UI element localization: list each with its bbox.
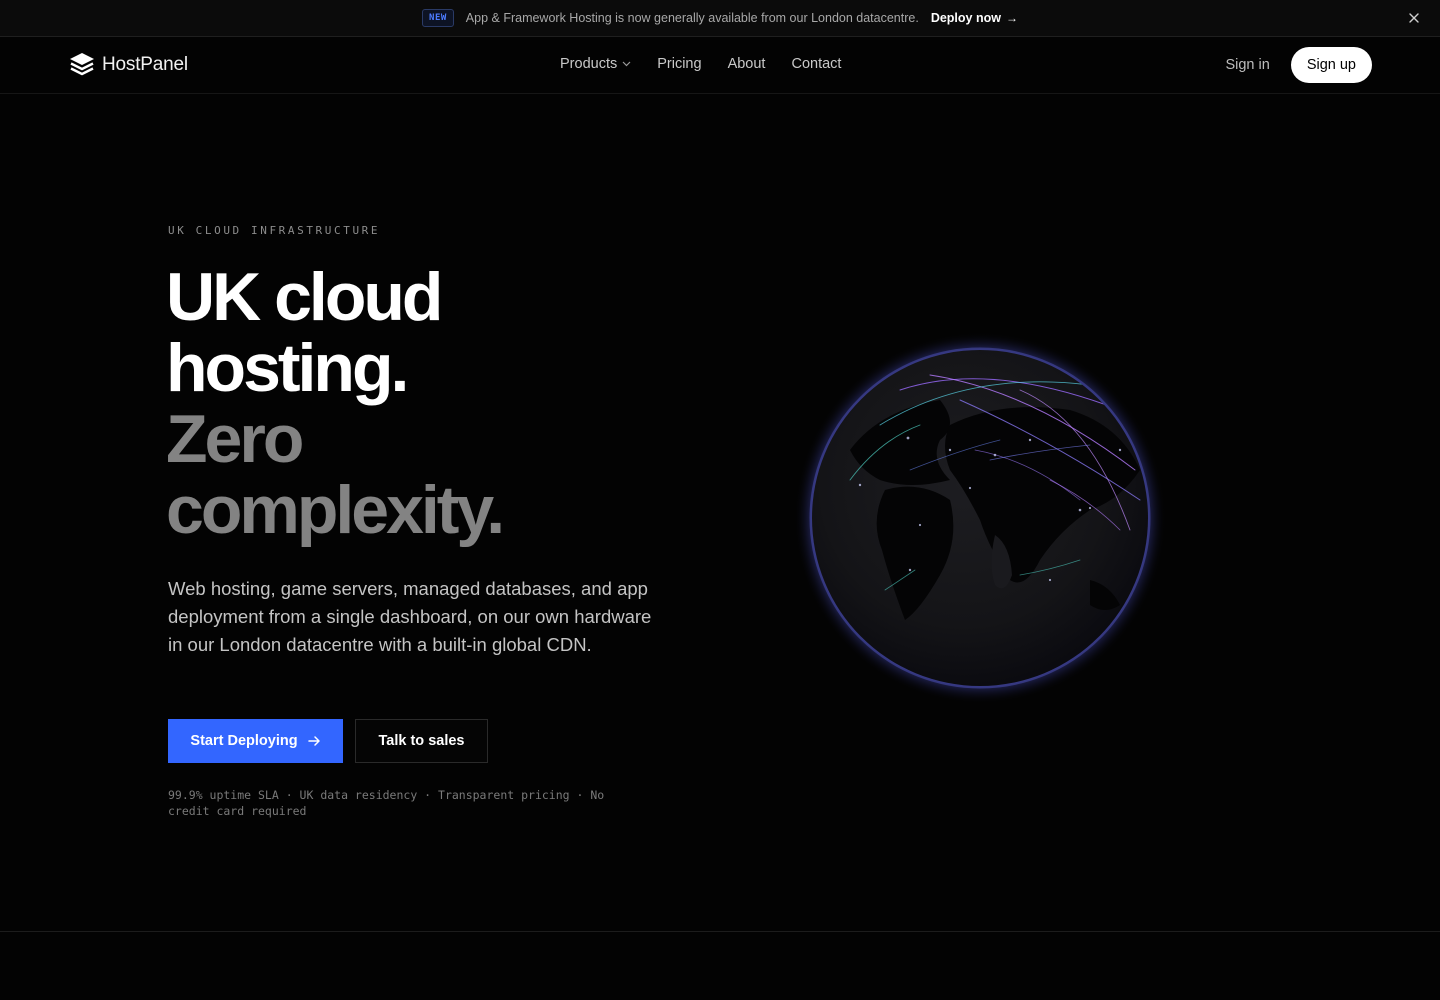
chevron-down-icon <box>622 61 631 67</box>
brand-logo[interactable]: HostPanel <box>68 51 188 79</box>
headline-line-2: hosting. <box>166 330 409 406</box>
announcement-bar: NEW App & Framework Hosting is now gener… <box>0 0 1440 37</box>
hero-fineprint: 99.9% uptime SLA · UK data residency · T… <box>168 788 605 818</box>
nav-links: Products Pricing About Contact <box>560 56 841 72</box>
sign-up-button[interactable]: Sign up <box>1290 47 1372 83</box>
sign-in-link[interactable]: Sign in <box>1225 57 1269 73</box>
brand-name: HostPanel <box>102 54 188 75</box>
talk-to-sales-button[interactable]: Talk to sales <box>355 719 488 763</box>
hero-eyebrow: UK CLOUD INFRASTRUCTURE <box>168 224 381 237</box>
announcement-text: App & Framework Hosting is now generally… <box>465 11 919 25</box>
headline-line-3: Zero <box>166 401 304 477</box>
nav-pricing[interactable]: Pricing <box>657 56 701 72</box>
headline-line-4: complexity. <box>166 472 505 548</box>
globe-visual <box>790 330 1170 710</box>
globe-icon <box>794 332 1166 704</box>
close-icon <box>1409 13 1419 23</box>
deploy-now-link[interactable]: Deploy now → <box>931 11 1018 25</box>
close-announcement-button[interactable] <box>1406 10 1422 26</box>
layers-logo-icon <box>70 53 94 76</box>
nav-contact[interactable]: Contact <box>791 56 841 72</box>
arrow-right-icon <box>307 736 320 746</box>
nav-products-label: Products <box>560 56 618 72</box>
start-deploying-label: Start Deploying <box>190 733 298 749</box>
deploy-now-label: Deploy now <box>930 11 1001 25</box>
section-divider <box>0 931 1440 932</box>
arrow-right-icon: → <box>1005 11 1018 25</box>
hero-headline: UK cloud hosting. Zero complexity. <box>166 259 505 548</box>
hero-subtitle: Web hosting, game servers, managed datab… <box>168 578 652 655</box>
headline-line-1: UK cloud <box>166 259 443 335</box>
nav-products[interactable]: Products <box>560 56 631 72</box>
main-nav: HostPanel Products Pricing About Contact… <box>0 37 1440 94</box>
nav-about[interactable]: About <box>728 56 766 72</box>
new-badge: NEW <box>422 9 454 27</box>
start-deploying-button[interactable]: Start Deploying <box>168 719 343 763</box>
